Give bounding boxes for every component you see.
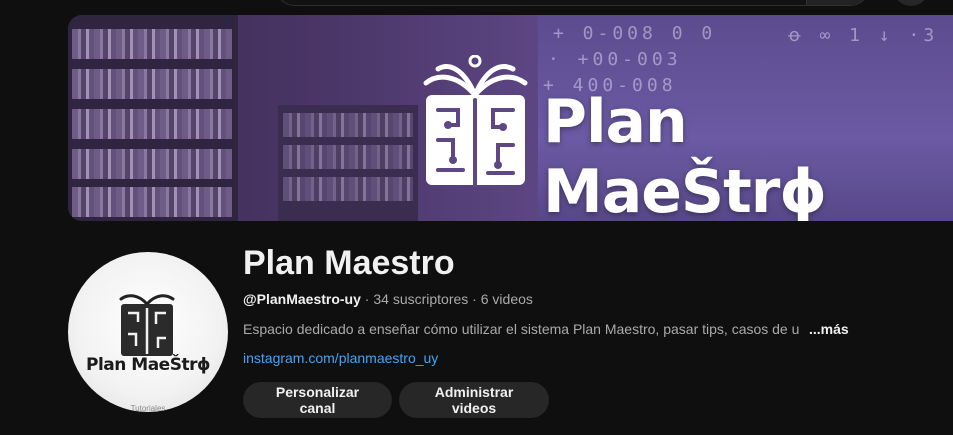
avatar-brand-text: Plan MaeŠtrɸ xyxy=(86,355,211,375)
subscriber-count: 34 suscriptores xyxy=(373,291,469,307)
channel-description[interactable]: Espacio dedicado a enseñar cómo utilizar… xyxy=(243,321,848,337)
search-bar[interactable] xyxy=(275,0,870,6)
channel-handle: @PlanMaestro-uy xyxy=(243,291,361,307)
book-row xyxy=(72,69,232,99)
board-math: · +00-003 xyxy=(548,49,682,70)
book-circuit-logo-icon xyxy=(423,55,528,187)
meta-separator: · xyxy=(360,291,374,307)
channel-title: Plan Maestro xyxy=(243,244,455,282)
board-math: + 0-008 0 0 xyxy=(553,23,717,44)
book-row xyxy=(72,187,232,217)
more-button[interactable]: ...más xyxy=(807,321,849,337)
board-math: ꝋ ∞ 1 ↓ ·3 xyxy=(788,25,939,46)
channel-banner: + 0-008 0 0 · +00-003 + 400-008 ꝋ ∞ 1 ↓ … xyxy=(68,15,953,221)
avatar-subtext: Tutoriales xyxy=(130,404,166,412)
channel-avatar[interactable]: Plan MaeŠtrɸ Tutoriales xyxy=(68,252,228,412)
channel-meta: @PlanMaestro-uy · 34 suscriptores · 6 vi… xyxy=(243,291,533,307)
book-row xyxy=(72,149,232,179)
meta-separator: · xyxy=(468,291,481,307)
book-row xyxy=(283,145,413,169)
book-row xyxy=(72,29,232,59)
account-avatar[interactable] xyxy=(893,0,929,6)
book-row xyxy=(283,177,413,201)
customize-channel-button[interactable]: Personalizar canal xyxy=(243,382,392,418)
description-text: Espacio dedicado a enseñar cómo utilizar… xyxy=(243,321,800,337)
search-button[interactable] xyxy=(806,0,869,5)
book-circuit-logo-icon xyxy=(119,294,175,356)
instagram-link[interactable]: instagram.com/planmaestro_uy xyxy=(243,350,438,366)
banner-brand-text: Plan MaeŠtrɸ xyxy=(543,87,827,221)
book-row xyxy=(72,109,232,139)
video-count: 6 videos xyxy=(480,291,533,307)
manage-videos-button[interactable]: Administrar videos xyxy=(399,382,549,418)
book-row xyxy=(283,113,413,137)
